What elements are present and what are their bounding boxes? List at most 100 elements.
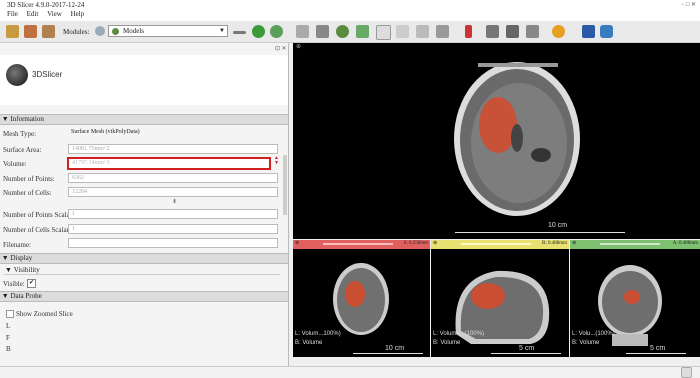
pin-icon[interactable]: ⊕: [295, 241, 299, 246]
module-select[interactable]: Models ▼: [108, 25, 228, 37]
search-icon[interactable]: [95, 26, 105, 36]
yellow-slice-view[interactable]: L: Volume...(100%) B: Volume 5 cm: [431, 249, 569, 357]
crosshair-icon[interactable]: [486, 25, 499, 38]
green-slice-bar[interactable]: ⊕ A: 0.488mm: [570, 240, 700, 249]
models-module-icon: [112, 28, 119, 35]
section-title: Data Probe: [10, 292, 42, 300]
forward-arrow-icon[interactable]: [270, 25, 283, 38]
main-scale-bar: [455, 232, 625, 233]
scene-view-icon[interactable]: [526, 25, 539, 38]
visible-label: Visible:: [3, 280, 25, 288]
extension-manager-icon[interactable]: [582, 25, 595, 38]
red-slice-offset: S: 0.250mm: [403, 241, 428, 246]
save-icon[interactable]: [42, 25, 55, 38]
visibility-group-header[interactable]: ▼ Visibility: [5, 266, 40, 274]
cell-scalars-label: Number of Cells Scalars:: [3, 226, 74, 234]
module-select-value: Models: [123, 27, 144, 35]
yellow-layer-label: L: Volume...(100%): [433, 331, 485, 337]
red-slice-bar[interactable]: ⊕ S: 0.250mm: [293, 240, 430, 249]
probe-b: B: [6, 345, 11, 353]
pin-icon[interactable]: ⊕: [433, 241, 437, 246]
logo-text: 3DSlicer: [32, 70, 63, 79]
window-controls[interactable]: − □ ✕: [681, 1, 696, 8]
toolbar: [0, 21, 700, 43]
yellow-scale-label: 5 cm: [519, 345, 535, 352]
main-view[interactable]: ⊕ 10 cm: [293, 43, 700, 239]
menu-edit[interactable]: Edit: [27, 10, 39, 18]
load-dicom-icon[interactable]: [24, 25, 37, 38]
ruler-icon[interactable]: [396, 25, 409, 38]
viewer-layout-icon[interactable]: [436, 25, 449, 38]
zoom-label: Show Zoomed Slice: [16, 310, 73, 318]
collapse-triangle-icon: ▼: [5, 266, 14, 274]
segment-editor-icon[interactable]: [416, 25, 429, 38]
volume-spin-icon[interactable]: ▲ ▼: [274, 156, 279, 166]
fiducial-icon[interactable]: [552, 25, 565, 38]
markups-icon[interactable]: [376, 25, 391, 40]
green-layer-label: L: Volu...(100%): [572, 331, 615, 337]
probe-f: F: [6, 334, 10, 342]
panel-scrollbar[interactable]: [283, 155, 287, 215]
layout-icon[interactable]: [296, 25, 309, 38]
screenshot-icon[interactable]: [506, 25, 519, 38]
mesh-type-label: Mesh Type:: [3, 130, 37, 138]
points-label: Number of Points:: [3, 175, 55, 183]
cells-field[interactable]: 12284: [68, 187, 278, 197]
logo-area: [0, 55, 288, 105]
chevron-down-icon: ▼: [219, 28, 225, 34]
volumes-icon[interactable]: [316, 25, 329, 38]
yellow-bg-label: B: Volume: [433, 340, 461, 346]
panel-float-icon[interactable]: ⊡ ✕: [275, 45, 287, 52]
surface-area-field[interactable]: 14081.75mm^2: [68, 144, 278, 154]
mesh-type-value: Surface Mesh (vtkPolyData): [71, 129, 140, 135]
load-data-icon[interactable]: [6, 25, 19, 38]
volume-label: Volume:: [3, 160, 27, 168]
splitter-handle-icon[interactable]: ⇟: [172, 198, 177, 205]
information-section-header[interactable]: ▼ Information: [0, 114, 288, 125]
visible-checkbox[interactable]: ✔: [27, 279, 36, 288]
menu-help[interactable]: Help: [71, 10, 85, 18]
display-section-header[interactable]: ▼ Display: [0, 253, 288, 264]
probe-l: L: [6, 322, 11, 330]
module-history-icon[interactable]: [233, 31, 246, 34]
yellow-scale-bar: [491, 353, 561, 354]
green-slice-view[interactable]: L: Volu...(100%) B: Volume 5 cm: [570, 249, 700, 357]
green-scale-bar: [626, 353, 686, 354]
zoom-checkbox[interactable]: [6, 310, 14, 318]
red-layer-label: L: Volum...100%): [295, 331, 341, 337]
collapse-triangle-icon: ▼: [0, 292, 11, 300]
red-slice-slider[interactable]: [323, 243, 393, 245]
pin-icon[interactable]: ⊕: [572, 241, 576, 246]
data-probe-section-header[interactable]: ▼ Data Probe: [0, 291, 288, 302]
yellow-slice-bar[interactable]: ⊕ R: 0.488mm: [431, 240, 569, 249]
green-slice-slider[interactable]: [600, 243, 660, 245]
red-bg-label: B: Volume: [295, 340, 323, 346]
main-scale-label: 10 cm: [548, 222, 568, 229]
visibility-title: Visibility: [13, 266, 40, 274]
title-bar: [0, 0, 700, 10]
green-slice-offset: A: 0.488mm: [672, 241, 698, 246]
section-title: Display: [10, 254, 33, 262]
filename-field[interactable]: [68, 238, 278, 248]
collapse-triangle-icon: ▼: [0, 254, 11, 262]
cell-scalars-field[interactable]: 1: [68, 224, 278, 234]
menu-file[interactable]: File: [7, 10, 18, 18]
menu-view[interactable]: View: [47, 10, 62, 18]
point-scalars-label: Number of Points Scalars:: [3, 211, 77, 219]
red-slice-view[interactable]: L: Volum...100%) B: Volume 10 cm: [293, 249, 430, 357]
point-scalars-field[interactable]: 1: [68, 209, 278, 219]
filename-label: Filename:: [3, 241, 31, 249]
points-field[interactable]: 6362: [68, 173, 278, 183]
error-log-icon[interactable]: [681, 367, 692, 378]
transforms-icon[interactable]: [356, 25, 369, 38]
yellow-slice-slider[interactable]: [461, 243, 531, 245]
cells-label: Number of Cells:: [3, 189, 52, 197]
section-title: Information: [10, 115, 44, 123]
divider: [4, 274, 280, 275]
green-scale-label: 5 cm: [650, 345, 666, 352]
back-arrow-icon[interactable]: [252, 25, 265, 38]
python-icon[interactable]: [600, 25, 613, 38]
volume-field[interactable]: 41797.14mm^3: [67, 157, 271, 170]
models-icon[interactable]: [336, 25, 349, 38]
mouse-mode-icon[interactable]: [465, 25, 472, 38]
